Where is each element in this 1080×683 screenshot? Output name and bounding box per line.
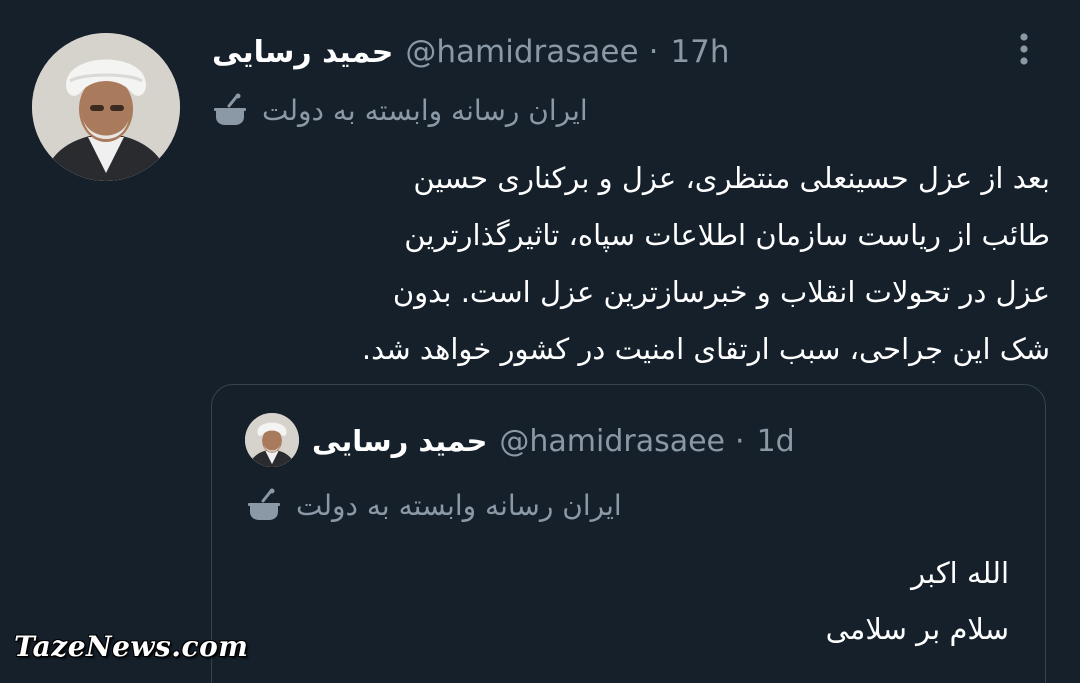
quoted-tweet[interactable]: حمید رسایی @hamidrasaee · 1d ایران رسانه… [211, 384, 1046, 683]
quoted-state-affiliated-label-text: ایران رسانه وابسته به دولت [296, 488, 622, 522]
state-affiliated-label-text: ایران رسانه وابسته به دولت [262, 93, 588, 127]
tweet[interactable]: حمید رسایی @hamidrasaee · 17h ایران رسان… [0, 0, 1080, 683]
quoted-tweet-timestamp[interactable]: 1d [757, 424, 795, 459]
author-handle[interactable]: @hamidrasaee [405, 34, 638, 70]
header-separator: · [648, 34, 659, 70]
quoted-avatar[interactable] [245, 413, 299, 467]
tweet-header: حمید رسایی @hamidrasaee · 17h [212, 28, 730, 76]
more-options-button[interactable] [1010, 28, 1038, 72]
quoted-tweet-body-line: الله اکبر [911, 556, 1009, 590]
tweet-body: بعد از عزل حسینعلی منتظری، عزل و برکناری… [205, 150, 1050, 378]
tweet-body-line: بعد از عزل حسینعلی منتظری، عزل و برکناری… [413, 161, 1050, 195]
quoted-tweet-header: حمید رسایی @hamidrasaee · 1d [312, 419, 795, 463]
avatar[interactable] [32, 33, 180, 181]
tweet-body-line: عزل در تحولات انقلاب و خبرسازترین عزل اس… [392, 275, 1050, 309]
tweet-body-line: شک این جراحی، سبب ارتقای امنیت در کشور خ… [361, 332, 1050, 366]
state-media-icon [214, 93, 246, 125]
tweet-body-line: طائب از ریاست سازمان اطلاعات سپاه، تاثیر… [404, 218, 1050, 252]
tweet-timestamp[interactable]: 17h [670, 34, 729, 70]
quoted-author-handle[interactable]: @hamidrasaee [499, 424, 725, 459]
quoted-tweet-body-line: سلام بر سلامی [825, 612, 1009, 646]
quoted-state-affiliated-label[interactable]: ایران رسانه وابسته به دولت [246, 483, 622, 527]
quoted-tweet-body: الله اکبر سلام بر سلامی [826, 545, 1009, 657]
quoted-header-separator: · [735, 423, 745, 459]
more-vertical-icon [1020, 33, 1028, 65]
author-display-name[interactable]: حمید رسایی [212, 35, 393, 70]
state-media-icon [248, 488, 280, 520]
quoted-author-display-name[interactable]: حمید رسایی [312, 424, 487, 458]
state-affiliated-label[interactable]: ایران رسانه وابسته به دولت [212, 88, 588, 132]
watermark: TazeNews.com [14, 630, 249, 663]
